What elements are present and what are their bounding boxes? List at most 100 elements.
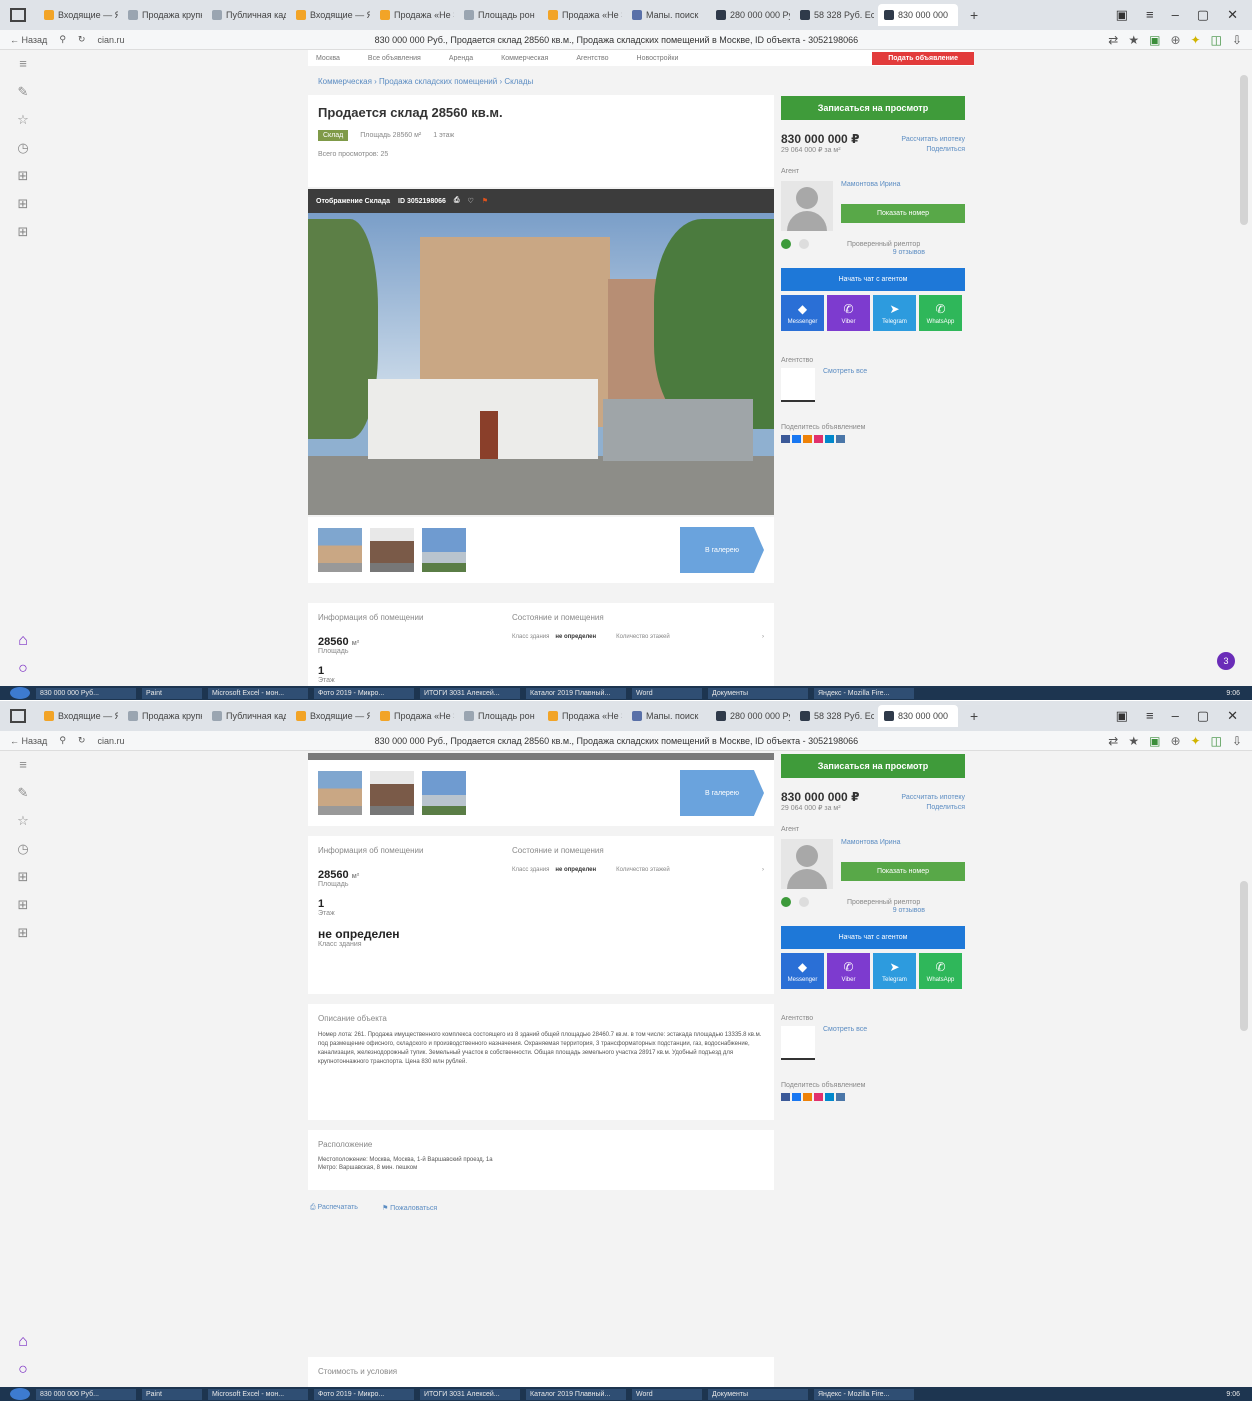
share-icon[interactable] xyxy=(825,1093,834,1101)
breadcrumb[interactable]: Коммерческая › Продажа складских помещен… xyxy=(308,74,774,89)
history-icon[interactable]: ◷ xyxy=(17,139,28,157)
star-icon[interactable]: ★ xyxy=(1128,734,1139,748)
chat-button[interactable]: Начать чат с агентом xyxy=(781,268,965,291)
taskbar-item[interactable]: 830 000 000 Руб... xyxy=(36,1388,136,1400)
notification-button[interactable]: 3 xyxy=(1217,652,1235,670)
history-icon[interactable]: ◷ xyxy=(17,840,28,858)
maximize-icon[interactable]: ▢ xyxy=(1197,7,1209,23)
translate-icon[interactable]: ⇄ xyxy=(1108,33,1118,47)
chevron-right-icon[interactable]: › xyxy=(762,634,764,640)
panel-icon[interactable]: ⊞ xyxy=(18,167,29,185)
share-icon[interactable] xyxy=(836,435,845,443)
tab[interactable]: 58 328 Руб. Ес xyxy=(794,705,874,727)
tab-active[interactable]: 830 000 000 xyxy=(878,4,958,26)
thumbnail[interactable] xyxy=(422,528,466,572)
close-icon[interactable]: ✕ xyxy=(1227,708,1238,724)
mortgage-link[interactable]: Рассчитать ипотеку xyxy=(901,794,965,801)
share-link[interactable]: Поделиться xyxy=(926,146,965,154)
show-phone-button[interactable]: Показать номер xyxy=(841,862,965,881)
menu-icon[interactable]: ≡ xyxy=(19,756,27,774)
extension-icon[interactable]: ⊕ xyxy=(1170,734,1180,748)
close-icon[interactable]: ✕ xyxy=(1227,7,1238,23)
tab[interactable]: Продажа «Не Эл» xyxy=(374,4,454,26)
panel-icon[interactable]: ⊞ xyxy=(18,195,29,213)
tab[interactable]: Входящие — Я xyxy=(38,4,118,26)
post-ad-button[interactable]: Подать объявление xyxy=(872,51,974,65)
agent-avatar[interactable] xyxy=(781,181,833,231)
bookmark-icon[interactable]: ⚲ xyxy=(59,34,66,45)
maximize-icon[interactable]: ▢ xyxy=(1197,708,1209,724)
tab[interactable]: 58 328 Руб. Ес xyxy=(794,4,874,26)
tab[interactable]: 280 000 000 Руб xyxy=(710,4,790,26)
taskbar-item[interactable]: Яндекс - Mozilla Fire... xyxy=(814,1388,914,1400)
tab[interactable]: Продажа «Не Эл» xyxy=(542,4,622,26)
taskbar-item[interactable]: Фото 2019 - Микро... xyxy=(314,1388,414,1400)
tab[interactable]: Публичная кад xyxy=(206,705,286,727)
header-link[interactable]: Все объявления xyxy=(368,55,421,62)
taskbar-item[interactable]: Word xyxy=(632,687,702,699)
share-icon[interactable] xyxy=(814,435,823,443)
clock[interactable]: 9:06 xyxy=(1226,690,1240,697)
tab[interactable]: Публичная кад xyxy=(206,4,286,26)
page-title[interactable]: 830 000 000 Руб., Продается склад 28560 … xyxy=(136,736,1096,746)
panel-icon[interactable]: ⊞ xyxy=(18,868,29,886)
share-icon[interactable] xyxy=(814,1093,823,1101)
share-link[interactable]: Поделиться xyxy=(926,804,965,812)
share-icon[interactable] xyxy=(781,1093,790,1101)
star-icon[interactable]: ☆ xyxy=(17,111,29,129)
tab[interactable]: Входящие — Я xyxy=(290,705,370,727)
telegram-button[interactable]: ➤ Telegram xyxy=(873,295,916,331)
start-button[interactable] xyxy=(10,1388,30,1400)
telegram-button[interactable]: ➤ Telegram xyxy=(873,953,916,989)
reload-icon[interactable]: ↻ xyxy=(78,735,86,746)
agency-logo[interactable] xyxy=(781,368,815,402)
taskbar-item[interactable]: Microsoft Excel - мон... xyxy=(208,1388,308,1400)
home-icon[interactable]: ⌂ xyxy=(18,632,28,650)
messenger-button[interactable]: ◆ Messenger xyxy=(781,953,824,989)
photo-toolbar-item[interactable]: Отображение Склада xyxy=(316,198,390,205)
viber-button[interactable]: ✆ Viber xyxy=(827,953,870,989)
minimize-icon[interactable]: – xyxy=(1172,7,1179,23)
taskbar-item[interactable]: 830 000 000 Руб... xyxy=(36,687,136,699)
tab[interactable]: 280 000 000 Руб xyxy=(710,705,790,727)
edit-icon[interactable]: ✎ xyxy=(18,83,29,101)
tabs-list-icon[interactable]: ▣ xyxy=(1116,708,1128,724)
whatsapp-button[interactable]: ✆ WhatsApp xyxy=(919,953,962,989)
heart-icon[interactable]: ♡ xyxy=(468,197,474,205)
report-link[interactable]: ⚑ Пожаловаться xyxy=(382,1204,437,1212)
menu-icon[interactable]: ≡ xyxy=(1146,708,1154,724)
back-button[interactable]: ← Назад xyxy=(10,736,47,746)
new-tab-button[interactable]: + xyxy=(970,708,978,724)
signup-viewing-button[interactable]: Записаться на просмотр xyxy=(781,754,965,778)
flag-icon[interactable]: ⚑ xyxy=(482,197,488,205)
tab[interactable]: Продажа «Не Эл» xyxy=(374,705,454,727)
reload-icon[interactable]: ↻ xyxy=(78,34,86,45)
main-photo[interactable]: Отображение Склада ID 3052198066 ⎙ ♡ ⚑ xyxy=(308,189,774,515)
taskbar-item[interactable]: Paint xyxy=(142,687,202,699)
thumbnail[interactable] xyxy=(422,771,466,815)
agent-avatar[interactable] xyxy=(781,839,833,889)
thumbnail[interactable] xyxy=(318,771,362,815)
agency-link[interactable]: Смотреть все xyxy=(823,1026,867,1060)
extension-icon[interactable]: ◫ xyxy=(1211,33,1222,47)
thumbnail[interactable] xyxy=(370,528,414,572)
share-icon[interactable] xyxy=(803,1093,812,1101)
agency-logo[interactable] xyxy=(781,1026,815,1060)
taskbar-item[interactable]: Документы xyxy=(708,1388,808,1400)
print-icon[interactable]: ⎙ xyxy=(454,197,460,205)
page-title[interactable]: 830 000 000 Руб., Продается склад 28560 … xyxy=(136,35,1096,45)
download-icon[interactable]: ⇩ xyxy=(1232,33,1242,47)
share-icon[interactable] xyxy=(781,435,790,443)
taskbar-item[interactable]: Microsoft Excel - мон... xyxy=(208,687,308,699)
scrollbar[interactable] xyxy=(1240,881,1248,1031)
start-button[interactable] xyxy=(10,687,30,699)
taskbar-item[interactable]: ИТОГИ 3031 Алексей... xyxy=(420,1388,520,1400)
domain-label[interactable]: cian.ru xyxy=(97,736,124,746)
taskbar-item[interactable]: Word xyxy=(632,1388,702,1400)
chevron-right-icon[interactable]: › xyxy=(762,867,764,873)
chat-button[interactable]: Начать чат с агентом xyxy=(781,926,965,949)
window-icon[interactable] xyxy=(10,709,26,723)
extension-icon[interactable]: ▣ xyxy=(1149,33,1160,47)
mortgage-link[interactable]: Рассчитать ипотеку xyxy=(901,136,965,143)
menu-icon[interactable]: ≡ xyxy=(1146,7,1154,23)
